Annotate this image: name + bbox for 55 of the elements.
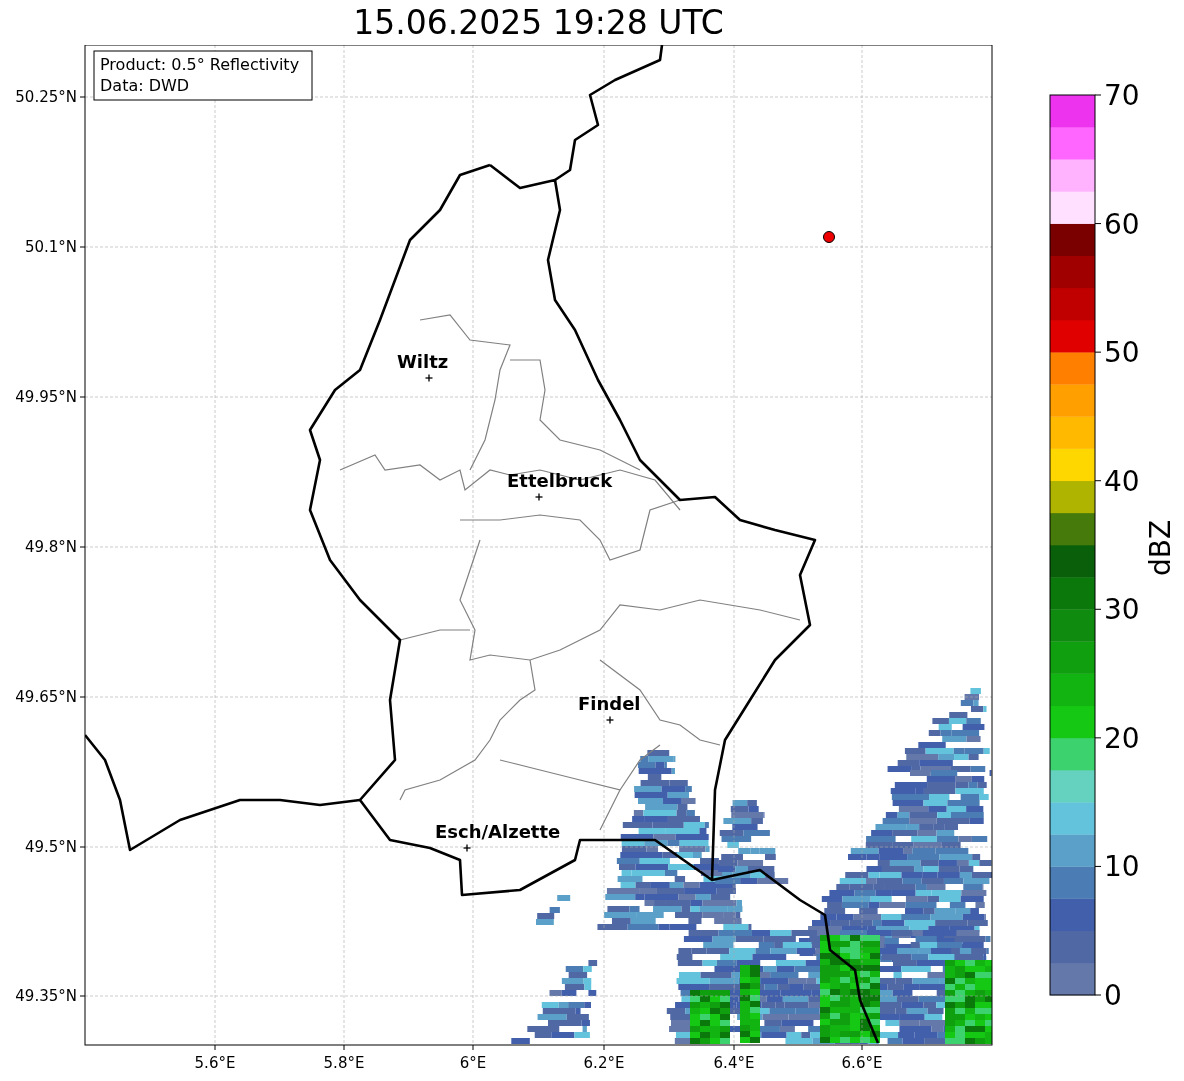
city-label: Findel — [578, 693, 641, 714]
tick-mark — [733, 1044, 735, 1051]
tick-mark — [79, 995, 86, 997]
tick-mark — [603, 1044, 605, 1051]
longitude-label: 6°E — [459, 1054, 487, 1072]
longitude-label: 6.4°E — [713, 1054, 755, 1072]
tick-mark — [214, 1044, 216, 1051]
tick-mark — [1094, 737, 1102, 739]
tick-mark — [861, 1044, 863, 1051]
tick-mark — [1094, 94, 1102, 96]
tick-mark — [472, 1044, 474, 1051]
colorbar-tick-label: 70 — [1104, 79, 1140, 112]
latitude-label: 50.25°N — [15, 88, 77, 106]
city-marker — [462, 843, 472, 853]
latitude-label: 49.35°N — [15, 987, 77, 1005]
colorbar-tick-label: 30 — [1104, 593, 1140, 627]
longitude-label: 6.2°E — [583, 1054, 625, 1072]
chart-title: 15.06.2025 19:28 UTC — [353, 6, 724, 39]
tick-mark — [1094, 351, 1102, 353]
info-text: Product: 0.5° Reflectivity — [100, 55, 300, 74]
colorbar-tick-label: 10 — [1104, 850, 1140, 884]
colorbar-tick-label: 20 — [1104, 721, 1140, 755]
tick-mark — [79, 696, 86, 698]
tick-mark — [343, 1044, 345, 1051]
city-label: Esch/Alzette — [435, 821, 561, 842]
tick-mark — [1094, 994, 1102, 996]
longitude-label: 5.6°E — [194, 1054, 236, 1072]
tick-mark — [79, 396, 86, 398]
city-marker — [605, 715, 615, 725]
city-marker — [424, 373, 434, 383]
city-marker — [534, 492, 544, 502]
tick-mark — [79, 246, 86, 248]
tick-mark — [1094, 480, 1102, 482]
latitude-label: 49.8°N — [24, 538, 77, 556]
longitude-label: 5.8°E — [323, 1054, 365, 1072]
tick-mark — [1094, 608, 1102, 610]
colorbar-tick-label: 60 — [1104, 207, 1140, 241]
info-text: Data: DWD — [100, 76, 190, 95]
radar-site-marker — [823, 231, 835, 243]
tick-mark — [79, 846, 86, 848]
latitude-label: 49.5°N — [24, 838, 77, 856]
tick-mark — [79, 546, 86, 548]
colorbar-tick-label: 40 — [1104, 464, 1140, 498]
tick-mark — [79, 96, 86, 98]
city-label: Ettelbruck — [507, 470, 613, 491]
longitude-label: 6.6°E — [841, 1054, 883, 1072]
latitude-label: 49.95°N — [15, 388, 77, 406]
tick-mark — [1094, 223, 1102, 225]
tick-mark — [1094, 865, 1102, 867]
latitude-label: 49.65°N — [15, 688, 77, 706]
colorbar-tick-label: 50 — [1104, 336, 1140, 370]
city-label: Wiltz — [397, 351, 449, 372]
colorbar-tick-label: 0 — [1104, 979, 1122, 1012]
latitude-label: 50.1°N — [24, 238, 77, 256]
colorbar-title: dBZ — [1144, 519, 1177, 577]
